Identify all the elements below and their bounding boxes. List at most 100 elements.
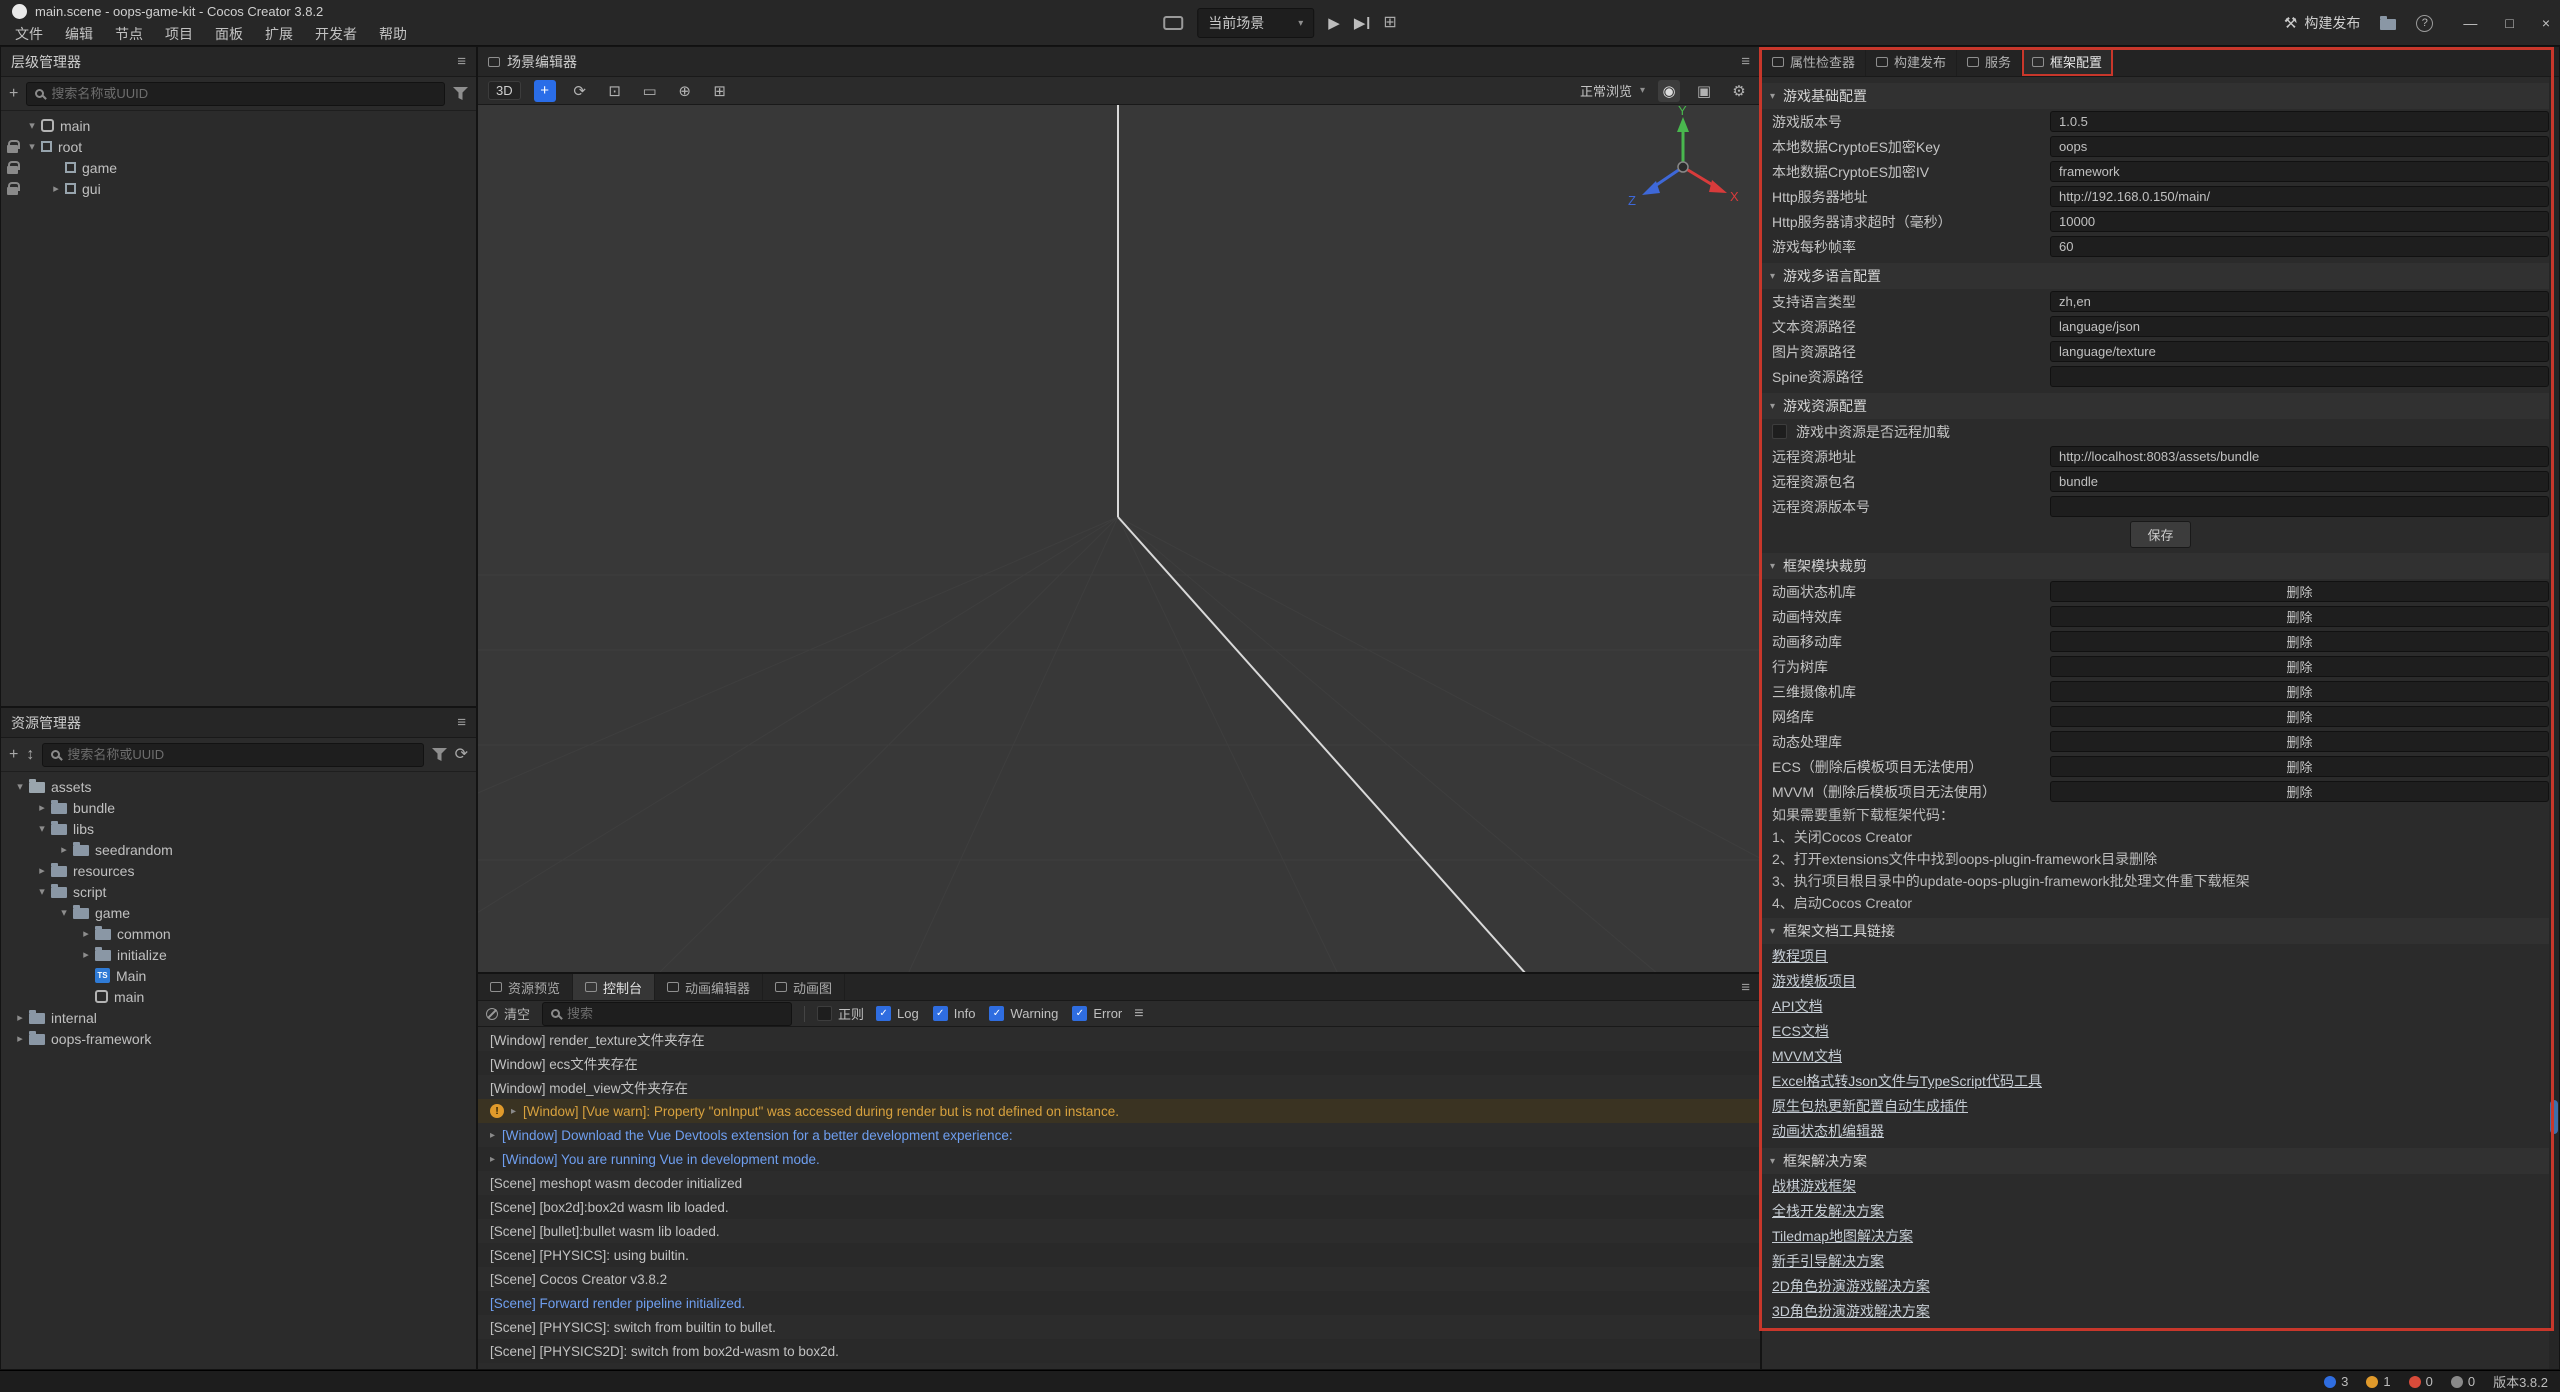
section-header[interactable]: ▾框架模块裁剪 — [1762, 553, 2559, 579]
hierarchy-node-gui[interactable]: ▸gui — [1, 178, 476, 199]
console-tab-动画图[interactable]: 动画图 — [763, 974, 845, 1000]
hierarchy-node-game[interactable]: game — [1, 157, 476, 178]
menu-节点[interactable]: 节点 — [104, 23, 154, 45]
property-input[interactable] — [2050, 236, 2549, 257]
property-input[interactable] — [2050, 111, 2549, 132]
log-row[interactable]: [Scene] [PHYSICS]: using builtin. — [478, 1243, 1760, 1267]
scrollbar-thumb[interactable] — [2550, 1100, 2558, 1134]
property-input[interactable] — [2050, 161, 2549, 182]
log-row[interactable]: ▸[Window] Download the Vue Devtools exte… — [478, 1123, 1760, 1147]
console-tab-动画编辑器[interactable]: 动画编辑器 — [655, 974, 763, 1000]
log-row[interactable]: [Window] model_view文件夹存在 — [478, 1075, 1760, 1099]
add-node-button[interactable]: + — [9, 86, 18, 102]
assets-menu-icon[interactable]: ≡ — [457, 714, 466, 731]
light-toggle-icon[interactable]: ◉ — [1658, 80, 1680, 102]
refresh-icon[interactable]: ⟳ — [455, 747, 468, 763]
asset-node-Main[interactable]: TSMain — [1, 965, 476, 986]
rect-tool-icon[interactable]: ▭ — [639, 80, 661, 102]
log-row[interactable]: [Scene] Cocos Creator v3.8.2 — [478, 1267, 1760, 1291]
property-input[interactable] — [2050, 366, 2549, 387]
menu-文件[interactable]: 文件 — [4, 23, 54, 45]
solution-link[interactable]: 全栈开发解决方案 — [1762, 1199, 2559, 1224]
property-input[interactable] — [2050, 496, 2549, 517]
menu-编辑[interactable]: 编辑 — [54, 23, 104, 45]
expand-arrow-icon[interactable]: ▸ — [55, 843, 73, 856]
delete-button[interactable]: 删除 — [2050, 731, 2549, 752]
delete-button[interactable]: 删除 — [2050, 606, 2549, 627]
step-button[interactable]: ▶ — [1354, 14, 1370, 32]
expand-arrow-icon[interactable]: ▸ — [511, 1106, 516, 1117]
property-input[interactable] — [2050, 291, 2549, 312]
doc-link[interactable]: 动画状态机编辑器 — [1762, 1119, 2559, 1144]
expand-arrow-icon[interactable]: ▾ — [33, 822, 51, 835]
view-gizmo[interactable]: Y X Z — [1618, 105, 1748, 235]
asset-node-libs[interactable]: ▾libs — [1, 818, 476, 839]
log-row[interactable]: [Scene] meshopt wasm decoder initialized — [478, 1171, 1760, 1195]
status-counter-message[interactable]: 3 — [2324, 1374, 2348, 1389]
property-input[interactable] — [2050, 211, 2549, 232]
property-input[interactable] — [2050, 471, 2549, 492]
status-counter-error[interactable]: 0 — [2409, 1374, 2433, 1389]
sort-assets-icon[interactable]: ↕ — [26, 747, 34, 763]
expand-arrow-icon[interactable]: ▸ — [11, 1032, 29, 1045]
section-header[interactable]: ▾游戏资源配置 — [1762, 393, 2559, 419]
log-row[interactable]: [Scene] [PHYSICS]: switch from builtin t… — [478, 1315, 1760, 1339]
hierarchy-menu-icon[interactable]: ≡ — [457, 53, 466, 70]
expand-arrow-icon[interactable]: ▾ — [23, 140, 41, 153]
expand-arrow-icon[interactable]: ▾ — [23, 119, 41, 132]
console-search-input[interactable] — [567, 1006, 783, 1021]
filter-Error[interactable]: ✓Error — [1072, 1006, 1122, 1021]
help-icon[interactable]: ? — [2416, 15, 2433, 32]
filter-Info[interactable]: ✓Info — [933, 1006, 976, 1021]
doc-link[interactable]: ECS文档 — [1762, 1019, 2559, 1044]
menu-项目[interactable]: 项目 — [154, 23, 204, 45]
solution-link[interactable]: 3D角色扮演游戏解决方案 — [1762, 1299, 2559, 1324]
expand-arrow-icon[interactable]: ▸ — [11, 1011, 29, 1024]
expand-arrow-icon[interactable]: ▸ — [33, 801, 51, 814]
property-input[interactable] — [2050, 186, 2549, 207]
solution-link[interactable]: 战棋游戏框架 — [1762, 1174, 2559, 1199]
asset-node-bundle[interactable]: ▸bundle — [1, 797, 476, 818]
scale-tool-icon[interactable]: ⊡ — [604, 80, 626, 102]
asset-node-common[interactable]: ▸common — [1, 923, 476, 944]
hierarchy-node-root[interactable]: ▾root — [1, 136, 476, 157]
expand-arrow-icon[interactable]: ▸ — [33, 864, 51, 877]
expand-arrow-icon[interactable]: ▾ — [33, 885, 51, 898]
delete-button[interactable]: 删除 — [2050, 681, 2549, 702]
save-button[interactable]: 保存 — [2130, 521, 2190, 548]
property-input[interactable] — [2050, 136, 2549, 157]
log-row[interactable]: !▸[Window] [Vue warn]: Property "onInput… — [478, 1099, 1760, 1123]
inspector-tab-服务[interactable]: 服务 — [1957, 47, 2022, 76]
scene-menu-icon[interactable]: ≡ — [1741, 53, 1750, 70]
log-row[interactable]: [Scene] [bullet]:bullet wasm lib loaded. — [478, 1219, 1760, 1243]
clear-console-button[interactable]: 清空 — [486, 1004, 530, 1023]
close-button[interactable]: × — [2542, 15, 2550, 31]
property-input[interactable] — [2050, 446, 2549, 467]
delete-button[interactable]: 删除 — [2050, 631, 2549, 652]
doc-link[interactable]: 游戏模板项目 — [1762, 969, 2559, 994]
expand-arrow-icon[interactable]: ▾ — [11, 780, 29, 793]
log-row[interactable]: [Window] render_texture文件夹存在 — [478, 1027, 1760, 1051]
asset-node-game[interactable]: ▾game — [1, 902, 476, 923]
asset-node-oops-framework[interactable]: ▸oops-framework — [1, 1028, 476, 1049]
rotate-tool-icon[interactable]: ⟳ — [569, 80, 591, 102]
inspector-tab-属性检查器[interactable]: 属性检查器 — [1762, 47, 1866, 76]
collapse-logs-icon[interactable]: ≡ — [1134, 1006, 1143, 1022]
inspector-tab-框架配置[interactable]: 框架配置 — [2022, 47, 2113, 76]
build-publish-button[interactable]: ⚒ 构建发布 — [2284, 13, 2360, 33]
asset-node-script[interactable]: ▾script — [1, 881, 476, 902]
scrollbar[interactable] — [2549, 77, 2559, 1369]
regex-toggle[interactable]: 正则 — [817, 1004, 864, 1023]
section-header[interactable]: ▾游戏基础配置 — [1762, 83, 2559, 109]
assets-search[interactable] — [42, 743, 423, 767]
menu-帮助[interactable]: 帮助 — [368, 23, 418, 45]
log-row[interactable]: [Scene] Forward render pipeline initiali… — [478, 1291, 1760, 1315]
status-counter-warning[interactable]: 1 — [2366, 1374, 2390, 1389]
asset-node-seedrandom[interactable]: ▸seedrandom — [1, 839, 476, 860]
play-button[interactable]: ▶ — [1328, 14, 1340, 32]
delete-button[interactable]: 删除 — [2050, 756, 2549, 777]
asset-node-assets[interactable]: ▾assets — [1, 776, 476, 797]
log-row[interactable]: [Scene] [PHYSICS2D]: switch from box2d-w… — [478, 1339, 1760, 1363]
solution-link[interactable]: 2D角色扮演游戏解决方案 — [1762, 1274, 2559, 1299]
pivot-toggle-icon[interactable]: ⊕ — [674, 80, 696, 102]
